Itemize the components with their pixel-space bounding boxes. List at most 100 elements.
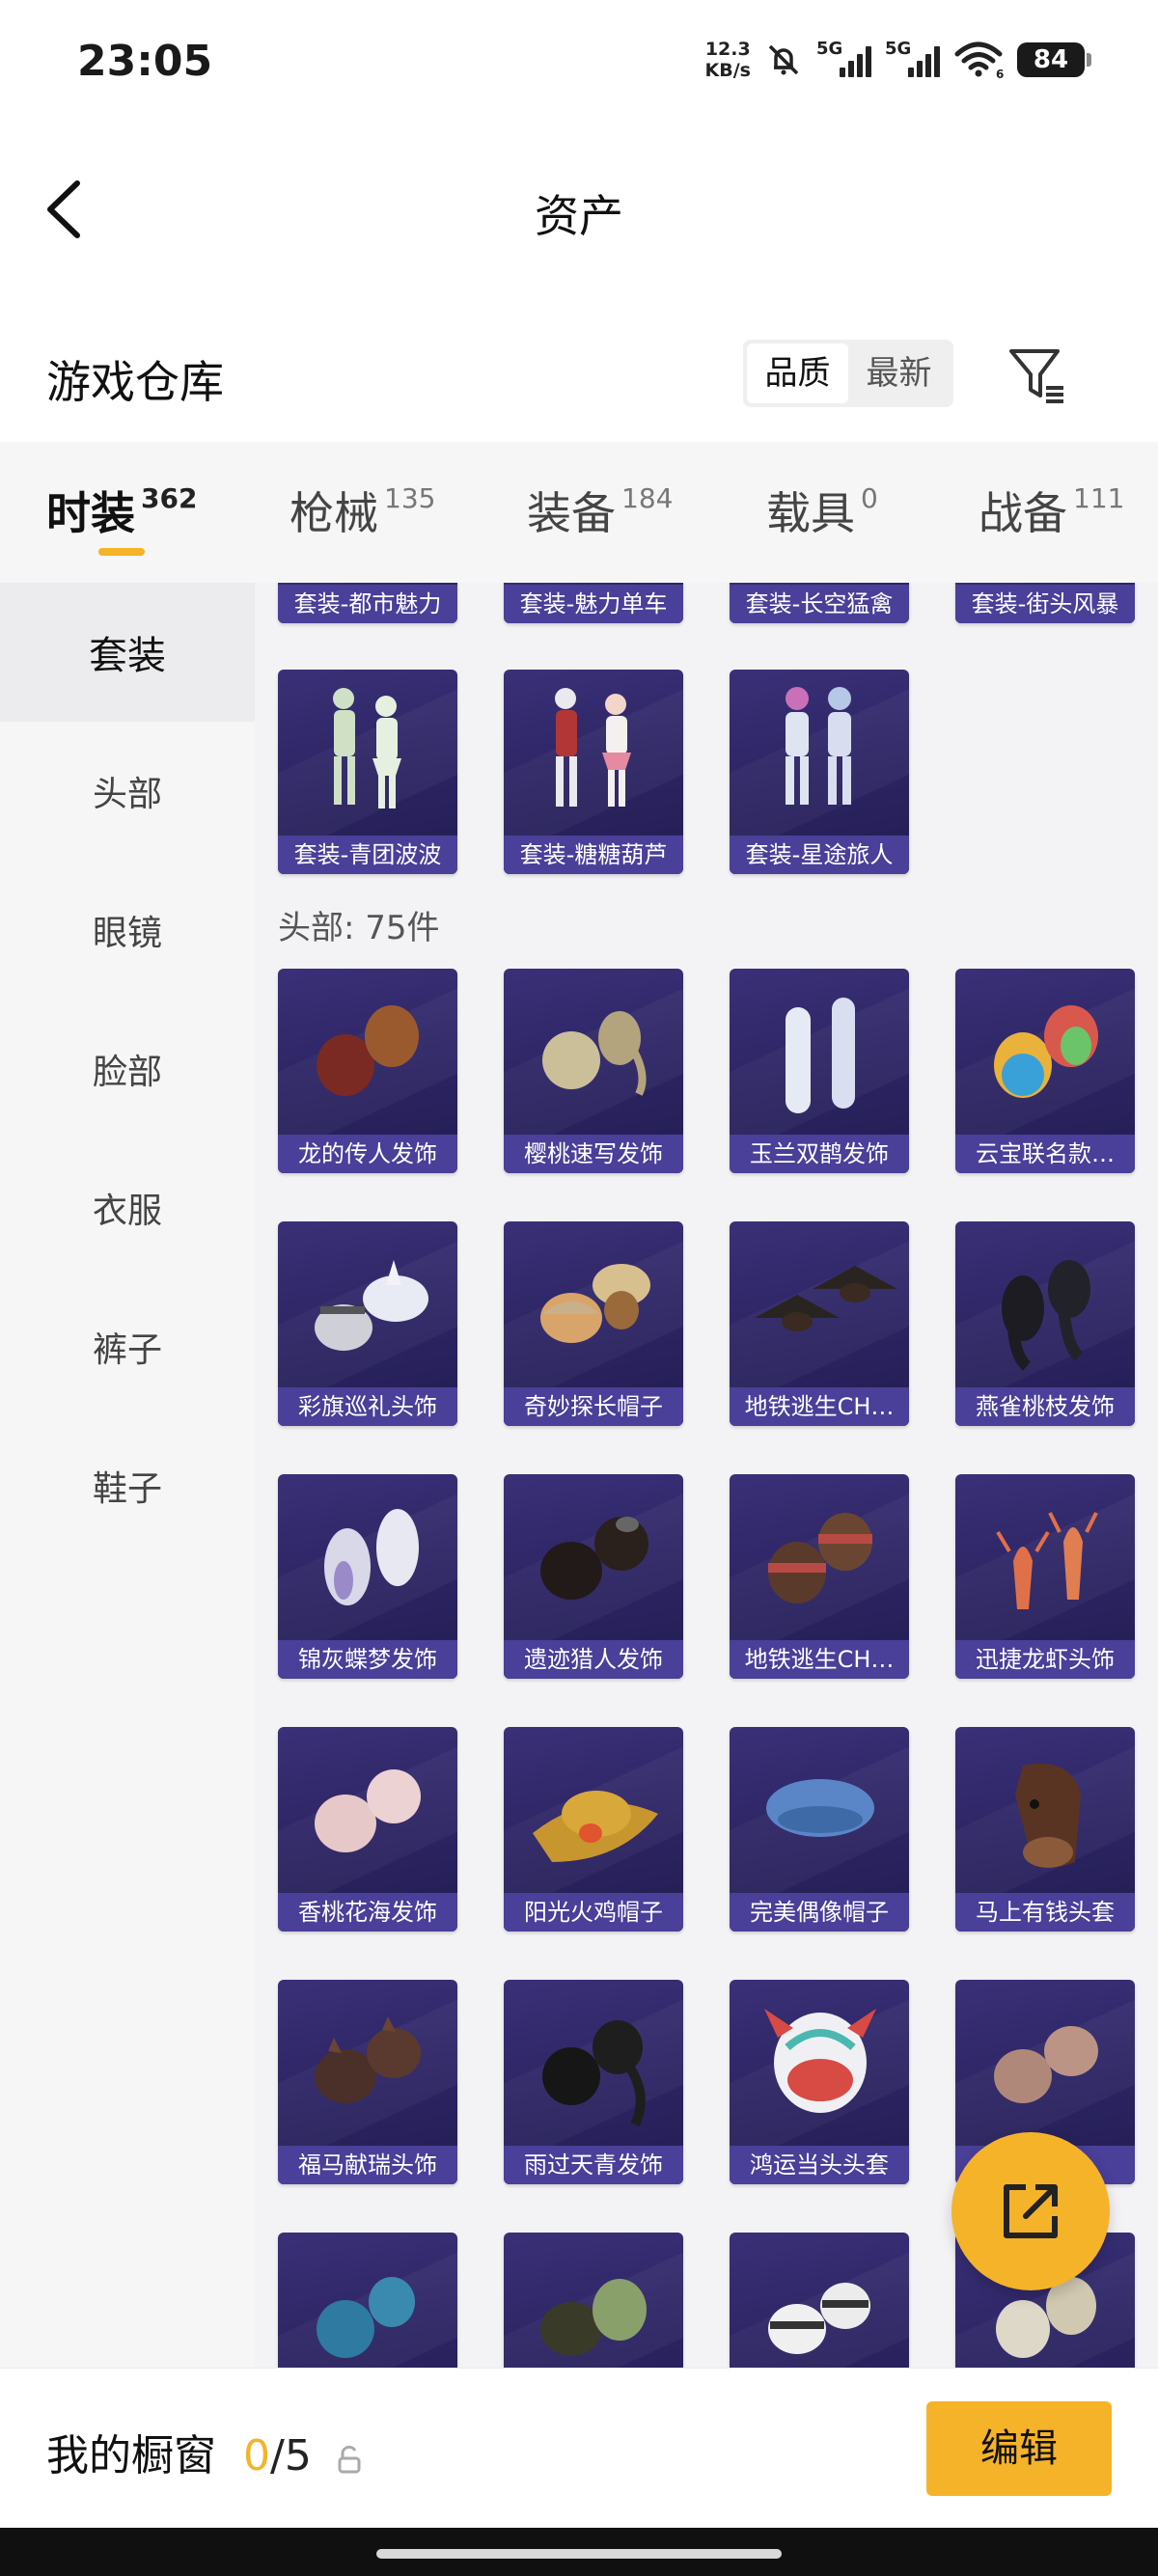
tab-fashion[interactable]: 时装 362 bbox=[46, 479, 197, 542]
status-bar: 23:05 12.3 KB/s 5G 5G 6 84 bbox=[0, 0, 1158, 135]
warehouse-title: 游戏仓库 bbox=[46, 356, 224, 408]
head-section-label: 头部: 75件 bbox=[278, 909, 440, 947]
item-label: 云宝联名款… bbox=[955, 1135, 1135, 1173]
item-card[interactable]: 玉兰双鹊发饰 bbox=[730, 969, 909, 1173]
item-image bbox=[1002, 1260, 1090, 1371]
item-card[interactable]: 套装-长空猛禽 bbox=[730, 583, 909, 623]
item-image bbox=[768, 1513, 872, 1603]
item-label: 遗迹猎人发饰 bbox=[504, 1640, 683, 1679]
item-card[interactable]: 地铁逃生CH… bbox=[730, 1474, 909, 1679]
item-card[interactable]: 锦灰蝶梦发饰 bbox=[278, 1474, 457, 1679]
item-label: 雨过天青发饰 bbox=[504, 2146, 683, 2184]
item-image bbox=[315, 1769, 421, 1852]
item-label: 套装-青团波波 bbox=[278, 836, 457, 874]
item-card[interactable]: 鸿运当头头套 bbox=[730, 1980, 909, 2184]
item-label: 龙的传人发饰 bbox=[278, 1135, 457, 1173]
item-label: 马上有钱头套 bbox=[955, 1893, 1135, 1932]
item-label: 套装-都市魅力 bbox=[278, 585, 457, 623]
sort-by-newest[interactable]: 最新 bbox=[848, 343, 950, 403]
network-speed: 12.3 KB/s bbox=[704, 39, 751, 81]
item-image bbox=[766, 1779, 874, 1837]
sort-by-quality[interactable]: 品质 bbox=[747, 343, 848, 403]
item-image bbox=[764, 2009, 876, 2113]
item-label: 锦灰蝶梦发饰 bbox=[278, 1640, 457, 1679]
share-button[interactable] bbox=[951, 2132, 1110, 2290]
edit-button[interactable]: 编辑 bbox=[926, 2401, 1112, 2496]
status-indicators: 12.3 KB/s 5G 5G 6 84 bbox=[704, 39, 1091, 81]
sidebar-item-glasses[interactable]: 眼镜 bbox=[0, 861, 255, 1000]
item-card[interactable]: 龙的传人发饰 bbox=[278, 969, 457, 1173]
sidebar-item-pants[interactable]: 裤子 bbox=[0, 1277, 255, 1416]
sidebar-item-clothes[interactable]: 衣服 bbox=[0, 1138, 255, 1277]
item-card[interactable]: 云宝联名款… bbox=[955, 969, 1135, 1173]
showcase-count: 0/5 bbox=[243, 2431, 312, 2480]
item-label: 套装-长空猛禽 bbox=[730, 585, 909, 623]
top-header: 资产 bbox=[0, 135, 1158, 280]
battery-indicator: 84 bbox=[1017, 42, 1091, 77]
page-title: 资产 bbox=[535, 190, 623, 242]
showcase-label: 我的橱窗 bbox=[46, 2431, 216, 2480]
filter-button[interactable] bbox=[1004, 342, 1071, 409]
item-label: 福马献瑞头饰 bbox=[278, 2146, 457, 2184]
item-card[interactable]: 阳光火鸡帽子 bbox=[504, 1727, 683, 1932]
item-card[interactable]: 彩旗巡礼头饰 bbox=[278, 1221, 457, 1426]
item-card[interactable] bbox=[504, 2233, 683, 2368]
home-indicator[interactable] bbox=[376, 2549, 782, 2559]
item-label: 樱桃速写发饰 bbox=[504, 1135, 683, 1173]
sidebar-item-face[interactable]: 脸部 bbox=[0, 1000, 255, 1138]
item-card[interactable]: 遗迹猎人发饰 bbox=[504, 1474, 683, 1679]
showcase-info: 我的橱窗 0/5 bbox=[46, 2421, 362, 2482]
item-card[interactable]: 套装-都市魅力 bbox=[278, 583, 457, 623]
item-card[interactable]: 完美偶像帽子 bbox=[730, 1727, 909, 1932]
item-card[interactable]: 套装-青团波波 bbox=[278, 670, 457, 874]
sidebar-item-head[interactable]: 头部 bbox=[0, 722, 255, 861]
item-label: 彩旗巡礼头饰 bbox=[278, 1387, 457, 1426]
tab-equipment[interactable]: 装备 184 bbox=[527, 479, 673, 542]
active-tab-indicator bbox=[98, 548, 145, 556]
item-card[interactable]: 马上有钱头套 bbox=[955, 1727, 1135, 1932]
item-label: 套装-魅力单车 bbox=[504, 585, 683, 623]
sidebar-item-shoes[interactable]: 鞋子 bbox=[0, 1416, 255, 1555]
item-card[interactable]: 套装-魅力单车 bbox=[504, 583, 683, 623]
item-image bbox=[317, 1005, 419, 1096]
item-card[interactable]: 雨过天青发饰 bbox=[504, 1980, 683, 2184]
tab-firearms[interactable]: 枪械 135 bbox=[290, 479, 435, 542]
item-label: 阳光火鸡帽子 bbox=[504, 1893, 683, 1932]
warehouse-header: 游戏仓库 品质 最新 bbox=[0, 318, 1158, 434]
status-time: 23:05 bbox=[77, 37, 213, 86]
item-card[interactable]: 香桃花海发饰 bbox=[278, 1727, 457, 1932]
mute-bell-icon bbox=[768, 44, 799, 75]
tab-vehicles[interactable]: 载具 0 bbox=[766, 479, 878, 542]
item-label: 套装-星途旅人 bbox=[730, 836, 909, 874]
sidebar-item-sets[interactable]: 套装 bbox=[0, 583, 255, 722]
item-image bbox=[540, 2279, 647, 2356]
item-card[interactable] bbox=[278, 2233, 457, 2368]
item-label: 鸿运当头头套 bbox=[730, 2146, 909, 2184]
item-label: 套装-街头风暴 bbox=[955, 585, 1135, 623]
item-card[interactable] bbox=[730, 2233, 909, 2368]
item-card[interactable]: 迅捷龙虾头饰 bbox=[955, 1474, 1135, 1679]
item-card[interactable]: 地铁逃生CH… bbox=[730, 1221, 909, 1426]
outfit-image bbox=[786, 687, 851, 805]
item-card[interactable]: 樱桃速写发饰 bbox=[504, 969, 683, 1173]
item-label: 玉兰双鹊发饰 bbox=[730, 1135, 909, 1173]
item-card[interactable]: 燕雀桃枝发饰 bbox=[955, 1221, 1135, 1426]
svg-text:6: 6 bbox=[996, 68, 1004, 79]
item-label: 地铁逃生CH… bbox=[730, 1640, 909, 1679]
item-card[interactable]: 套装-街头风暴 bbox=[955, 583, 1135, 623]
item-card[interactable]: 套装-星途旅人 bbox=[730, 670, 909, 874]
item-card[interactable]: 奇妙探长帽子 bbox=[504, 1221, 683, 1426]
item-image bbox=[996, 1512, 1098, 1609]
item-card[interactable]: 福马献瑞头饰 bbox=[278, 1980, 457, 2184]
item-image bbox=[540, 1517, 648, 1600]
item-label: 奇妙探长帽子 bbox=[504, 1387, 683, 1426]
item-grid: 套装-都市魅力 套装-魅力单车 套装-长空猛禽 套装-街头风暴 套装-青团波波 … bbox=[255, 583, 1158, 2368]
tab-supplies[interactable]: 战备 111 bbox=[979, 479, 1124, 542]
item-image bbox=[542, 2020, 646, 2127]
item-image bbox=[755, 1266, 897, 1331]
cellular-signal-2-icon: 5G bbox=[885, 39, 940, 77]
subcategory-sidebar: 套装 头部 眼镜 脸部 衣服 裤子 鞋子 bbox=[0, 583, 255, 2368]
showcase-bar: 我的橱窗 0/5 编辑 bbox=[0, 2368, 1158, 2528]
item-image bbox=[542, 1011, 647, 1096]
item-card[interactable]: 套装-糖糖葫芦 bbox=[504, 670, 683, 874]
